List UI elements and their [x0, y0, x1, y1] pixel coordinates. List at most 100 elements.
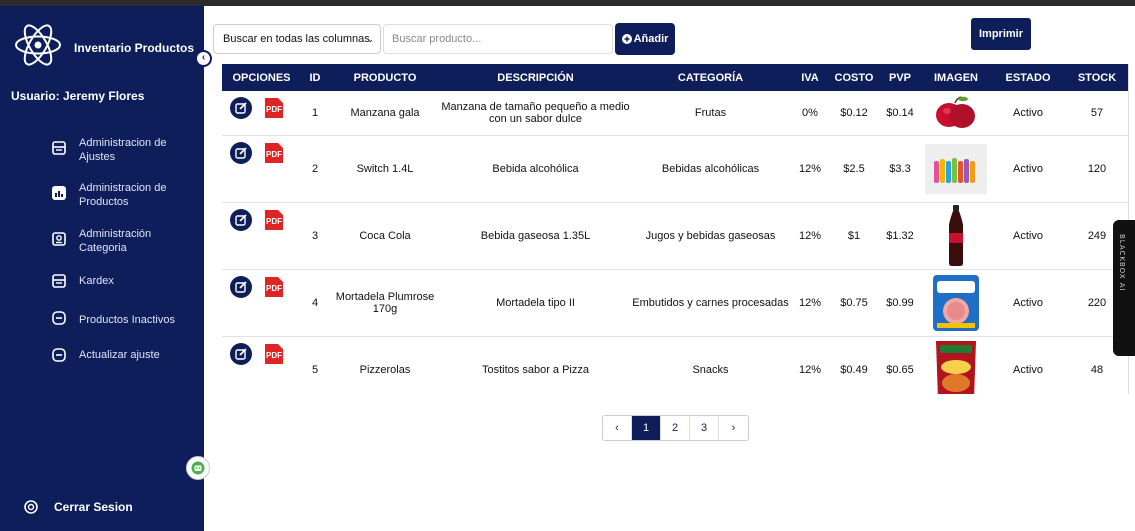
cell-pvp: $0.14: [886, 106, 914, 119]
pdf-button[interactable]: PDF: [264, 142, 284, 164]
pagination: ‹ 1 2 3 ›: [602, 415, 749, 441]
cell-producto: Coca Cola: [359, 229, 411, 242]
chevron-down-icon: ⌄: [366, 34, 374, 44]
add-product-button[interactable]: Añadir: [615, 23, 675, 55]
edit-button[interactable]: [230, 97, 252, 119]
table-row: PDF 4 Mortadela Plumrose 170g Mortadela …: [222, 269, 1128, 336]
cell-imagen: [921, 91, 991, 135]
cell-pvp: $1.32: [886, 229, 914, 242]
box-icon: [52, 311, 66, 325]
pdf-button[interactable]: PDF: [264, 276, 284, 298]
pagination-prev-button[interactable]: ‹: [603, 416, 632, 440]
cell-costo: $1: [847, 229, 861, 242]
search-input[interactable]: [383, 24, 613, 54]
pagination-page-1[interactable]: 1: [632, 416, 661, 440]
chevron-left-icon: ‹: [201, 52, 206, 63]
logout-button[interactable]: Cerrar Sesion: [24, 500, 133, 514]
cell-categoria: Snacks: [692, 363, 729, 376]
pdf-button[interactable]: PDF: [264, 97, 284, 119]
cell-descripcion: Tostitos sabor a Pizza: [482, 363, 589, 376]
apple-image: [925, 93, 987, 133]
print-label: Imprimir: [978, 28, 1023, 40]
cell-estado: Activo: [1013, 229, 1043, 242]
column-header-estado: ESTADO: [1005, 71, 1051, 84]
products-table: OPCIONES ID PRODUCTO DESCRIPCIÓN CATEGOR…: [222, 64, 1129, 394]
pagination-page-3[interactable]: 3: [690, 416, 719, 440]
table-row: PDF 3 Coca Cola Bebida gaseosa 1.35L Jug…: [222, 202, 1128, 269]
box-icon: [52, 348, 66, 362]
cell-imagen: [921, 269, 991, 336]
cell-categoria: Embutidos y carnes procesadas: [632, 296, 789, 309]
column-header-categoria: CATEGORÍA: [677, 71, 744, 84]
user-label: Usuario: Jeremy Flores: [11, 89, 145, 103]
cola-bottle-image: [925, 204, 987, 267]
cell-costo: $0.75: [840, 296, 868, 309]
edit-button[interactable]: [230, 141, 252, 164]
cell-descripcion: Mortadela tipo II: [496, 296, 575, 309]
column-header-opciones: OPCIONES: [232, 71, 291, 84]
bottles-image: [925, 143, 987, 194]
cell-costo: $0.12: [840, 106, 868, 119]
row-options: PDF: [222, 269, 301, 336]
cell-iva: 12%: [798, 162, 822, 175]
blackbox-ai-widget[interactable]: BLACKBOX AI: [1113, 220, 1135, 356]
settings-circle-icon: [24, 500, 38, 514]
column-header-id: ID: [309, 71, 321, 84]
assistant-fab-button[interactable]: [186, 456, 210, 480]
column-header-descripcion: DESCRIPCIÓN: [497, 71, 574, 84]
cell-iva: 12%: [798, 296, 822, 309]
cell-iva: 0%: [802, 106, 818, 119]
cell-id: 2: [311, 162, 319, 175]
table-row: PDF 5 Pizzerolas Tostitos sabor a Pizza …: [222, 336, 1128, 394]
chart-icon: [52, 186, 66, 200]
snack-bag-image: [925, 339, 987, 394]
filter-select-value: Buscar en todas las columnas: [223, 33, 370, 45]
chevron-left-icon: ‹: [615, 422, 619, 434]
pdf-icon: PDF: [265, 276, 283, 297]
pdf-label: PDF: [266, 284, 282, 293]
edit-icon: [235, 347, 247, 360]
sidebar-item-label: Productos Inactivos: [79, 314, 175, 326]
cell-descripcion: Bebida alcohólica: [492, 162, 579, 175]
mortadela-pack-image: [925, 272, 987, 334]
row-options: PDF: [222, 336, 301, 394]
column-header-producto: PRODUCTO: [353, 71, 417, 84]
react-logo-icon: [12, 22, 64, 68]
pagination-next-button[interactable]: ›: [719, 416, 748, 440]
cell-producto: Switch 1.4L: [356, 162, 414, 175]
cell-costo: $0.49: [840, 363, 868, 376]
robot-icon: [191, 461, 205, 475]
table-row: PDF 2 Switch 1.4L Bebida alcohólica Bebi…: [222, 135, 1128, 202]
pdf-icon: PDF: [265, 343, 283, 364]
cell-stock: 57: [1090, 106, 1104, 119]
cell-estado: Activo: [1013, 363, 1043, 376]
pdf-button[interactable]: PDF: [264, 209, 284, 231]
pdf-button[interactable]: PDF: [264, 343, 284, 365]
pdf-icon: PDF: [265, 98, 283, 118]
sidebar-item-label: Administracion de Ajustes: [79, 137, 167, 163]
cell-id: 3: [311, 229, 319, 242]
cell-imagen: [921, 135, 991, 202]
edit-icon: [235, 146, 247, 159]
edit-button[interactable]: [230, 208, 252, 231]
sidebar-item-label: Administración Categoria: [79, 228, 152, 254]
cell-descripcion: Manzana de tamaño pequeño a medio con un…: [441, 100, 630, 125]
column-header-costo: COSTO: [834, 71, 874, 84]
sidebar-item-label: Actualizar ajuste: [79, 349, 160, 361]
edit-button[interactable]: [230, 342, 252, 365]
print-button[interactable]: Imprimir: [971, 18, 1031, 50]
collapse-sidebar-button[interactable]: ‹: [195, 50, 212, 67]
cell-producto: Manzana gala: [350, 106, 420, 119]
chevron-right-icon: ›: [731, 422, 736, 434]
cell-categoria: Bebidas alcohólicas: [661, 162, 760, 175]
column-header-stock: STOCK: [1077, 71, 1117, 84]
cell-producto: Pizzerolas: [359, 363, 411, 376]
receipt-icon: [52, 141, 66, 155]
cell-estado: Activo: [1013, 106, 1043, 119]
row-options: PDF: [222, 135, 301, 202]
cell-estado: Activo: [1013, 296, 1043, 309]
pagination-page-2[interactable]: 2: [661, 416, 690, 440]
edit-button[interactable]: [230, 275, 252, 298]
filter-column-select[interactable]: Buscar en todas las columnas ⌄: [213, 24, 381, 54]
logout-label: Cerrar Sesion: [54, 500, 133, 514]
